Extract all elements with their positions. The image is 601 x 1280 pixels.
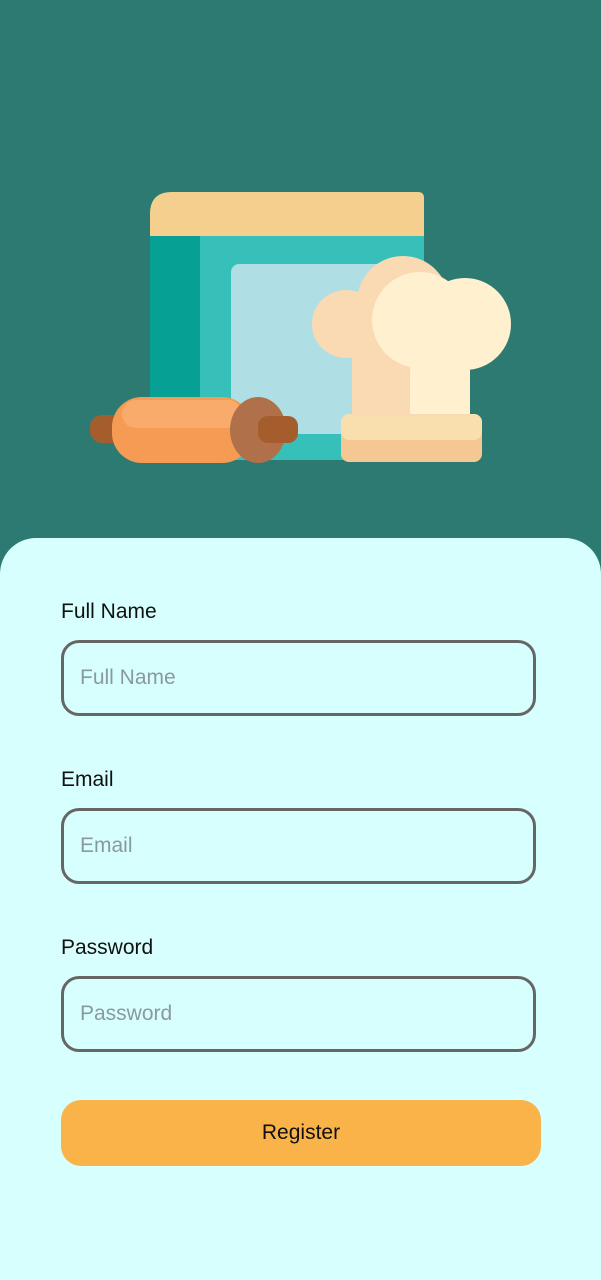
book-top [150,192,424,236]
password-label: Password [61,936,154,959]
email-field-container [61,808,536,884]
chef-hat-front-light [410,358,470,414]
register-button[interactable]: Register [61,1100,541,1166]
email-input[interactable] [64,811,533,881]
rolling-pin-highlight [122,400,242,428]
cookbook-chef-hat-illustration [90,192,511,463]
full-name-input[interactable] [64,643,533,713]
full-name-label: Full Name [61,600,157,623]
password-field-container [61,976,536,1052]
chef-hat-puff-center-light [372,272,468,368]
email-label: Email [61,768,114,791]
hero-section [0,0,601,560]
full-name-field-container [61,640,536,716]
rolling-pin-handle-right [258,416,298,443]
password-input[interactable] [64,979,533,1049]
chef-hat-band [341,414,482,440]
